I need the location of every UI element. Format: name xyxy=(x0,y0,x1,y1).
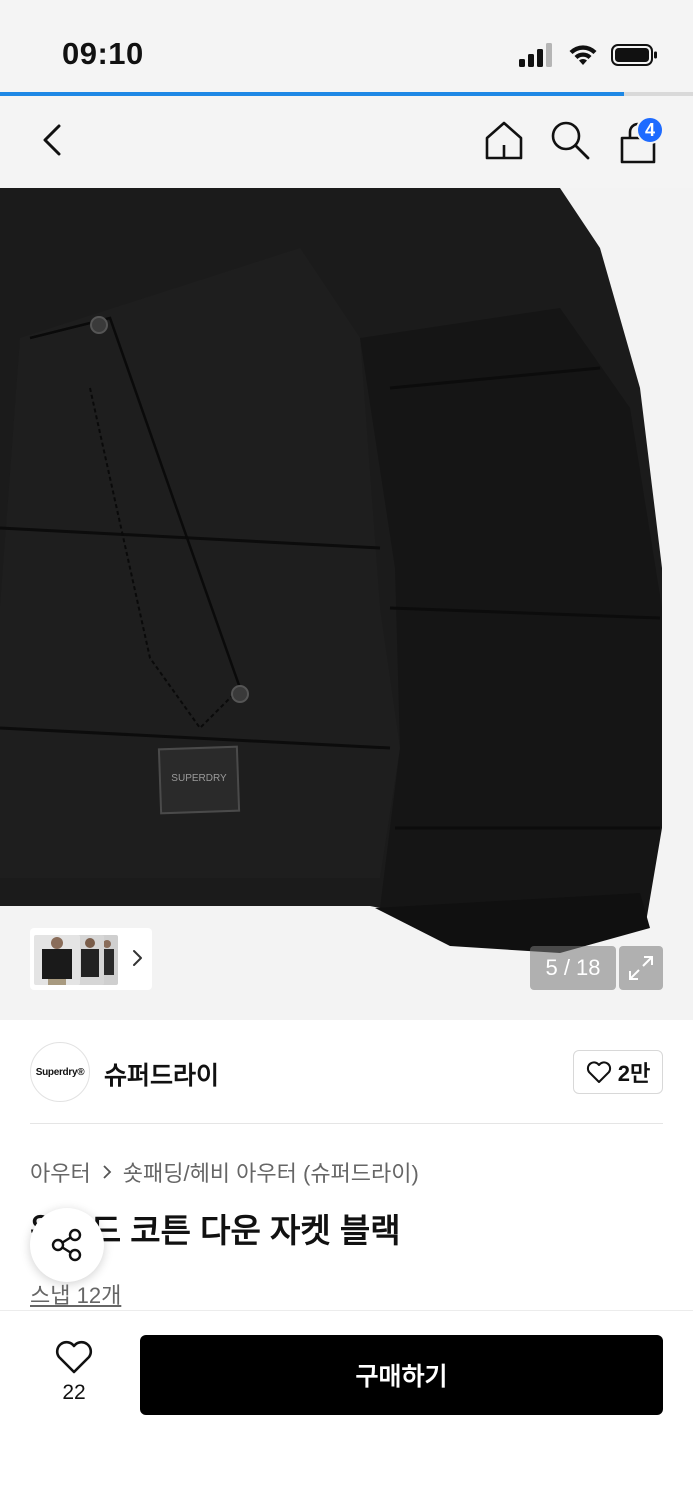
chevron-right-icon xyxy=(103,1165,112,1179)
cart-badge: 4 xyxy=(636,116,664,144)
buy-button[interactable]: 구매하기 xyxy=(140,1335,663,1415)
brand-like-count: 2만 xyxy=(617,1061,651,1086)
battery-icon xyxy=(611,44,657,66)
share-button[interactable] xyxy=(30,1208,104,1282)
breadcrumb-category[interactable]: 아우터 xyxy=(30,1156,91,1188)
thumbnail-stack xyxy=(34,932,124,986)
share-icon xyxy=(51,1228,82,1262)
wifi-icon xyxy=(569,45,597,65)
back-button[interactable] xyxy=(32,118,76,162)
brand-like-button[interactable]: 2만 xyxy=(573,1050,663,1094)
home-icon xyxy=(485,121,523,160)
patch-brand-text: SUPERDRY xyxy=(171,773,227,784)
nav-bar: 4 xyxy=(0,96,693,188)
thumbnail-1 xyxy=(34,935,80,985)
breadcrumb-subcategory[interactable]: 숏패딩/헤비 아우터 (슈퍼드라이) xyxy=(123,1156,419,1188)
heart-icon xyxy=(586,1061,611,1083)
status-icons xyxy=(519,40,659,70)
brand-logo[interactable]: Superdry® xyxy=(30,1042,90,1102)
signal-icon xyxy=(519,43,552,67)
cart-button[interactable]: 4 xyxy=(614,116,664,166)
home-button[interactable] xyxy=(482,118,526,162)
brand-row[interactable]: Superdry® 슈퍼드라이 2만 xyxy=(30,1042,663,1102)
expand-button[interactable] xyxy=(619,946,663,990)
bottom-action-bar: 22 구매하기 xyxy=(0,1310,693,1500)
thumbnail-2 xyxy=(76,935,104,985)
breadcrumb: 아우터 숏패딩/헤비 아우터 (슈퍼드라이) xyxy=(30,1156,419,1188)
like-button[interactable]: 22 xyxy=(48,1339,100,1409)
expand-icon xyxy=(629,956,653,980)
heart-icon xyxy=(55,1340,93,1374)
search-button[interactable] xyxy=(548,118,592,162)
status-bar: 09:10 xyxy=(0,0,693,92)
product-image-gallery[interactable]: SUPERDRY 5 / 18 xyxy=(0,188,693,1020)
divider xyxy=(30,1123,663,1124)
product-photo: SUPERDRY xyxy=(0,188,693,1020)
image-counter: 5 / 18 xyxy=(530,946,616,990)
brand-name[interactable]: 슈퍼드라이 xyxy=(104,1056,219,1092)
chevron-right-icon xyxy=(133,950,142,966)
status-time: 09:10 xyxy=(62,36,144,71)
snap-link[interactable]: 스냅 12개 xyxy=(30,1278,121,1310)
thumbnail-strip[interactable] xyxy=(30,928,152,990)
back-icon xyxy=(43,124,61,156)
like-count: 22 xyxy=(62,1381,86,1404)
search-icon xyxy=(551,121,590,160)
